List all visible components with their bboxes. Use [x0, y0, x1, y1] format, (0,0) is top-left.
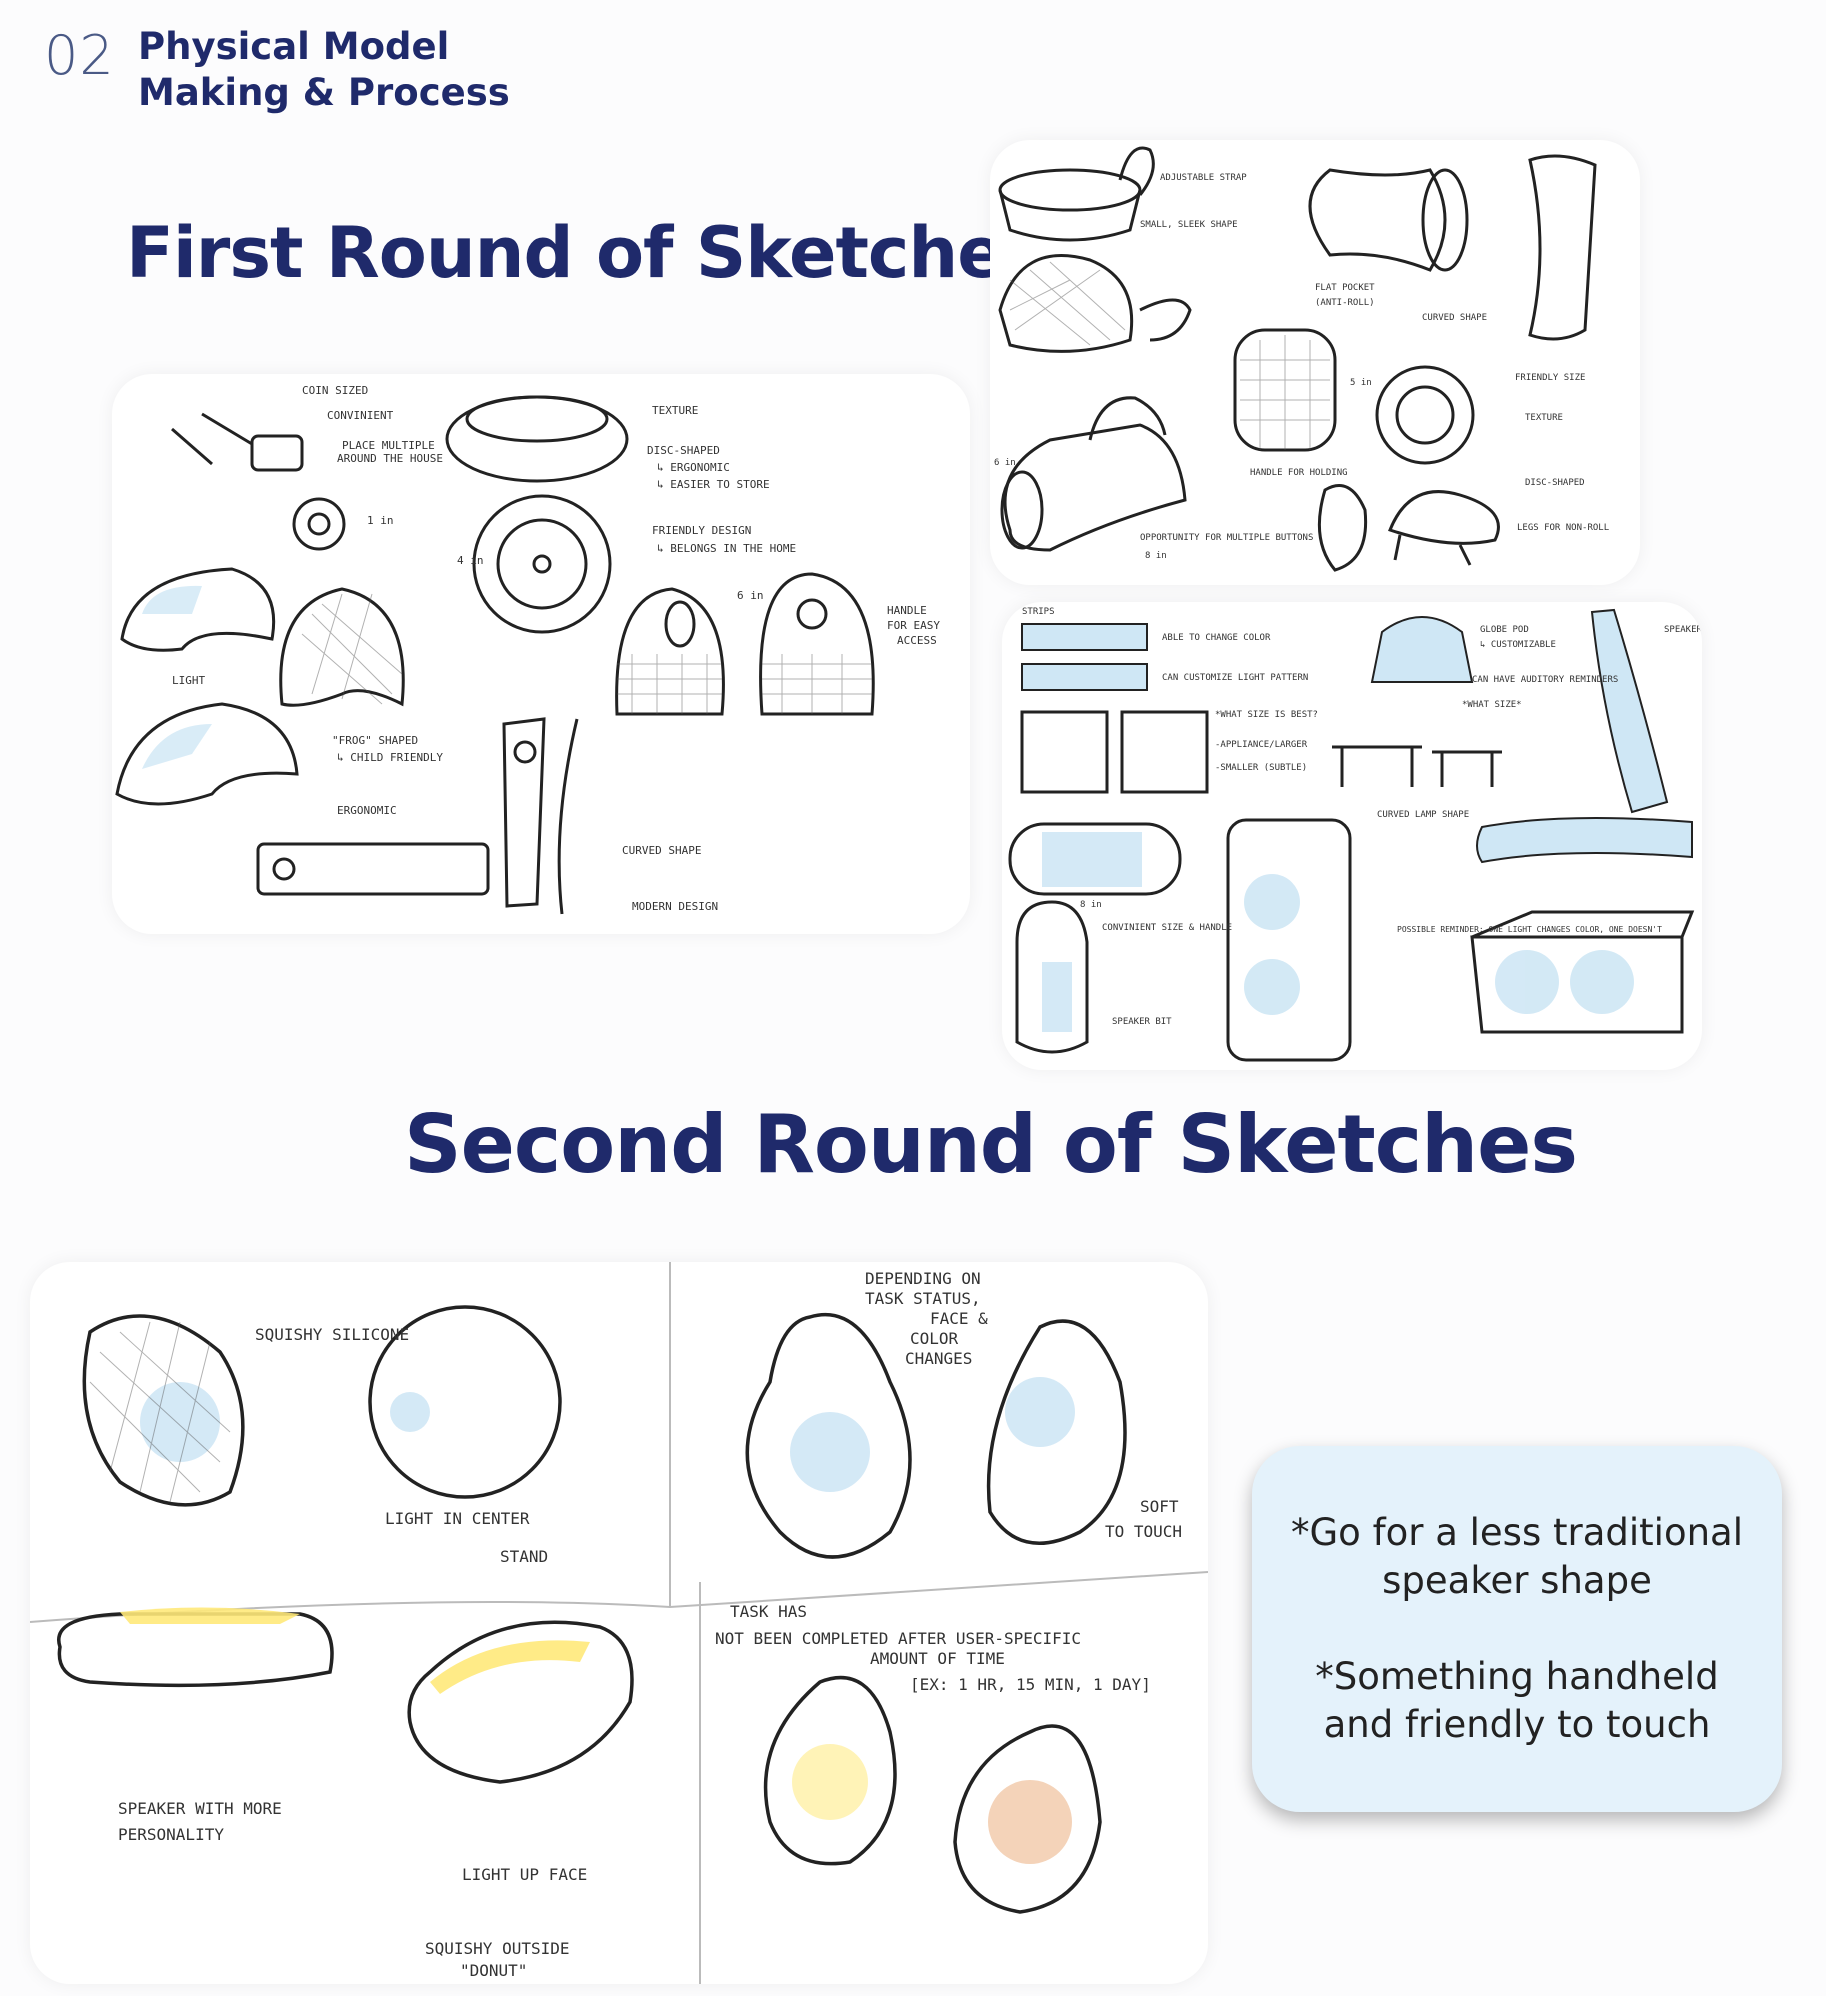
label-auditory: CAN HAVE AUDITORY REMINDERS — [1472, 675, 1618, 685]
label-six-in: 6 in — [737, 589, 764, 602]
label-not-completed: NOT BEEN COMPLETED AFTER USER-SPECIFIC — [715, 1629, 1081, 1648]
section-title: Physical Model Making & Process — [138, 24, 510, 116]
label-four-in: 4 in — [457, 554, 484, 567]
label-anti-roll: (ANTI-ROLL) — [1315, 298, 1375, 308]
label-face: FACE & — [930, 1309, 988, 1328]
label-handle-holding: HANDLE FOR HOLDING — [1250, 468, 1348, 478]
label-handle: HANDLE — [887, 604, 927, 617]
section-title-line2: Making & Process — [138, 71, 510, 114]
label-place-multiple: PLACE MULTIPLE — [342, 439, 435, 452]
label-small-sleek: SMALL, SLEEK SHAPE — [1140, 220, 1238, 230]
label-light-face: LIGHT UP FACE — [462, 1865, 587, 1884]
label-eight-in: 8 in — [1145, 551, 1167, 561]
label-customize-light: CAN CUSTOMIZE LIGHT PATTERN — [1162, 673, 1308, 683]
sketch-round1-bottom-right-drawing: STRIPS ABLE TO CHANGE COLOR CAN CUSTOMIZ… — [1008, 607, 1702, 1062]
label-one-in: 1 in — [367, 514, 394, 527]
label-belongs-home: ↳ BELONGS IN THE HOME — [657, 542, 796, 555]
sketch-round1-top-right: ADJUSTABLE STRAP SMALL, SLEEK SHAPE FLAT… — [990, 140, 1640, 585]
label-to-touch: TO TOUCH — [1105, 1522, 1182, 1541]
label-curved-lamp: CURVED LAMP SHAPE — [1377, 810, 1469, 820]
sketch-round1-left: COIN SIZED CONVINIENT PLACE MULTIPLE ARO… — [112, 374, 970, 934]
sketch-round1-left-drawing: COIN SIZED CONVINIENT PLACE MULTIPLE ARO… — [115, 384, 940, 915]
label-example: [EX: 1 HR, 15 MIN, 1 DAY] — [910, 1675, 1151, 1694]
label-squishy-outside: SQUISHY OUTSIDE — [425, 1939, 570, 1958]
label-ergonomic-2: ERGONOMIC — [337, 804, 397, 817]
label-six-in: 6 in — [994, 458, 1016, 468]
label-flat-pocket: FLAT POCKET — [1315, 283, 1375, 293]
label-ergonomic: ↳ ERGONOMIC — [657, 461, 730, 474]
label-light-center: LIGHT IN CENTER — [385, 1509, 530, 1528]
label-convinient: CONVINIENT — [327, 409, 394, 422]
sketch-round1-bottom-right: STRIPS ABLE TO CHANGE COLOR CAN CUSTOMIZ… — [1002, 602, 1702, 1070]
sketch-round2: SQUISHY SILICONE LIGHT IN CENTER STAND D… — [30, 1262, 1208, 1984]
label-disc-shaped: DISC-SHAPED — [647, 444, 720, 457]
first-round-heading: First Round of Sketches — [126, 212, 1045, 294]
label-able-change: ABLE TO CHANGE COLOR — [1162, 633, 1271, 643]
label-customizable: ↳ CUSTOMIZABLE — [1480, 640, 1556, 650]
label-color: COLOR — [910, 1329, 959, 1348]
label-amount-time: AMOUNT OF TIME — [870, 1649, 1005, 1668]
label-five-in: 5 in — [1350, 378, 1372, 388]
sketch-round2-drawing: SQUISHY SILICONE LIGHT IN CENTER STAND D… — [30, 1262, 1208, 1984]
note-card: *Go for a less traditional speaker shape… — [1252, 1446, 1782, 1812]
label-eight-in: 8 in — [1080, 900, 1102, 910]
label-texture: TEXTURE — [652, 404, 698, 417]
label-opportunity: OPPORTUNITY FOR MULTIPLE BUTTONS — [1140, 533, 1313, 543]
label-child-friendly: ↳ CHILD FRIENDLY — [337, 751, 443, 764]
label-globe-pod: GLOBE POD — [1480, 625, 1529, 635]
label-depending: DEPENDING ON — [865, 1269, 981, 1288]
label-modern-design: MODERN DESIGN — [632, 900, 718, 913]
label-access: ACCESS — [897, 634, 937, 647]
label-donut: "DONUT" — [460, 1961, 527, 1980]
second-round-heading: Second Round of Sketches — [404, 1098, 1578, 1191]
label-smaller: -SMALLER (SUBTLE) — [1215, 763, 1307, 773]
label-stand: STAND — [500, 1547, 548, 1566]
label-possible-reminder: POSSIBLE REMINDER: ONE LIGHT CHANGES COL… — [1397, 925, 1662, 934]
label-speaker-bit: SPEAKER BIT — [1112, 1017, 1172, 1027]
label-frog-shaped: "FROG" SHAPED — [332, 734, 418, 747]
label-changes: CHANGES — [905, 1349, 972, 1368]
label-friendly-size: FRIENDLY SIZE — [1515, 373, 1585, 383]
label-appliance: -APPLIANCE/LARGER — [1215, 740, 1308, 750]
label-around-house: AROUND THE HOUSE — [337, 452, 443, 465]
label-task-status: TASK STATUS, — [865, 1289, 981, 1308]
label-strips: STRIPS — [1022, 607, 1055, 617]
section-title-line1: Physical Model — [138, 25, 450, 68]
label-texture: TEXTURE — [1525, 413, 1563, 423]
label-personality: PERSONALITY — [118, 1825, 224, 1844]
note-line-2: *Something handheld and friendly to touc… — [1315, 1655, 1719, 1746]
label-squishy-silicone: SQUISHY SILICONE — [255, 1325, 409, 1344]
label-disc-shaped: DISC-SHAPED — [1525, 478, 1585, 488]
label-legs: LEGS FOR NON-ROLL — [1517, 523, 1609, 533]
section-number: 02 — [44, 24, 115, 87]
note-line-1: *Go for a less traditional speaker shape — [1291, 1511, 1743, 1602]
label-adjustable-strap: ADJUSTABLE STRAP — [1160, 173, 1247, 183]
label-curved-shape: CURVED SHAPE — [1422, 313, 1487, 323]
label-soft: SOFT — [1140, 1497, 1179, 1516]
label-easier-store: ↳ EASIER TO STORE — [657, 478, 770, 491]
label-what-size-best: *WHAT SIZE IS BEST? — [1215, 710, 1318, 720]
label-what-size: *WHAT SIZE* — [1462, 700, 1522, 710]
label-speaker: SPEAKER — [1664, 625, 1702, 635]
label-coin-sized: COIN SIZED — [302, 384, 368, 397]
label-speaker-more: SPEAKER WITH MORE — [118, 1799, 282, 1818]
label-convinient-size: CONVINIENT SIZE & HANDLE — [1102, 923, 1232, 933]
label-curved-shape: CURVED SHAPE — [622, 844, 701, 857]
label-for-easy: FOR EASY — [887, 619, 940, 632]
label-light: LIGHT — [172, 674, 205, 687]
label-task-has: TASK HAS — [730, 1602, 807, 1621]
sketch-round1-top-right-drawing: ADJUSTABLE STRAP SMALL, SLEEK SHAPE FLAT… — [994, 146, 1609, 572]
label-friendly-design: FRIENDLY DESIGN — [652, 524, 751, 537]
